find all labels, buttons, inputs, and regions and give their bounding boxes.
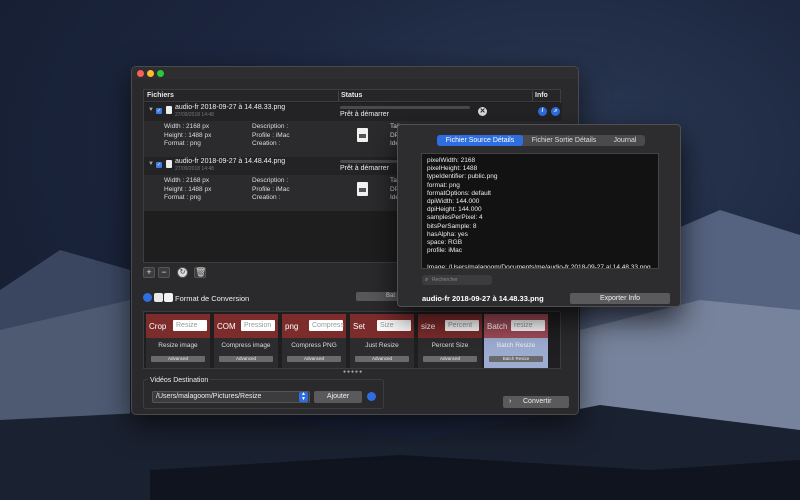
preset-card-just-resize[interactable]: Set Size Just Resize Advanced (350, 314, 414, 368)
preset-header: Set Size (350, 314, 414, 338)
status-text: Prêt à démarrer (340, 165, 390, 172)
preset-header: png Compress (282, 314, 346, 338)
details-dimensions: Width : 2168 px Height : 1488 px Format … (164, 177, 212, 201)
file-icon (166, 160, 172, 168)
info-badge-icon[interactable] (154, 293, 163, 302)
advanced-button[interactable]: Advanced (287, 356, 341, 362)
convert-button[interactable]: › Convertir (503, 396, 569, 408)
preset-card-compress[interactable]: COM Pression Compress image Advanced (214, 314, 278, 368)
info-icon[interactable]: i (538, 107, 547, 116)
preset-field: resize (511, 320, 545, 331)
preset-strip: Crop Resize Resize image Advanced COM Pr… (143, 311, 561, 369)
chevron-updown-icon[interactable]: ▲ ▼ (299, 392, 308, 402)
details-dimensions: Width : 2168 px Height : 1488 px Format … (164, 123, 212, 147)
preset-header: size Percent (418, 314, 482, 338)
magnifier-icon[interactable] (367, 392, 376, 401)
preset-field: Size (377, 320, 411, 331)
preset-tag: Crop (149, 322, 167, 331)
document-icon (357, 182, 368, 196)
export-info-button[interactable]: Exporter Info (570, 293, 670, 304)
advanced-button[interactable]: Advanced (151, 356, 205, 362)
refresh-icon[interactable]: ↻ (177, 267, 188, 278)
close-window-button[interactable] (137, 70, 144, 77)
trash-icon[interactable]: 🗑 (194, 267, 206, 278)
page-indicator[interactable]: ●●●●● (343, 369, 363, 375)
advanced-button[interactable]: Batch Resize (489, 356, 543, 362)
preset-tag: COM (217, 322, 236, 331)
table-row[interactable]: ▼ ✓ audio-fr 2018-09-27 à 14.48.33.png 2… (144, 103, 562, 121)
globe-icon[interactable] (143, 293, 152, 302)
file-date: 27/09/2018 14:48 (175, 166, 214, 172)
preset-caption: Batch Resize (496, 342, 536, 349)
preset-field: Pression (241, 320, 275, 331)
row-checkbox[interactable]: ✓ (156, 162, 162, 168)
search-icon[interactable]: ⌕ (551, 107, 560, 116)
preset-caption: Resize image (158, 342, 198, 349)
tab-output-details[interactable]: Fichier Sortie Détails (525, 135, 603, 146)
destination-label: Vidéos Destination (148, 377, 211, 384)
preset-field: Resize (173, 320, 207, 331)
tab-source-details[interactable]: Fichier Source Détails (437, 135, 523, 146)
search-input[interactable]: ⌕ Rechercher (422, 275, 492, 285)
info-filename: audio-fr 2018-09-27 à 14.48.33.png (422, 294, 544, 303)
file-name: audio-fr 2018-09-27 à 14.48.33.png (175, 104, 286, 111)
preset-header: Batch resize (484, 314, 548, 338)
preset-tag: size (421, 322, 436, 331)
disclosure-triangle-icon[interactable]: ▼ (148, 161, 154, 167)
disclosure-triangle-icon[interactable]: ▼ (148, 107, 154, 113)
col-header-files[interactable]: Fichiers (147, 92, 174, 99)
preset-field: Percent (445, 320, 479, 331)
table-header: Fichiers Status Info (144, 90, 560, 102)
preset-caption: Compress image (221, 342, 271, 349)
image-file-icon (164, 293, 173, 302)
details-meta: Description : Profile : iMac Creation : (252, 177, 290, 201)
search-placeholder: Rechercher (432, 277, 458, 283)
preset-tag: Batch (487, 322, 508, 331)
preset-caption: Compress PNG (291, 342, 337, 349)
zoom-window-button[interactable] (157, 70, 164, 77)
info-panel: Fichier Source Détails Fichier Sortie Dé… (397, 124, 681, 307)
search-icon: ⌕ (425, 277, 429, 283)
preset-caption: Percent Size (431, 342, 469, 349)
info-textarea[interactable]: pixelWidth: 2168 pixelHeight: 1488 typeI… (421, 153, 659, 269)
add-file-button[interactable]: + (143, 267, 155, 278)
preset-card-compress-png[interactable]: png Compress Compress PNG Advanced (282, 314, 346, 368)
remove-file-button[interactable]: − (158, 267, 170, 278)
minimize-window-button[interactable] (147, 70, 154, 77)
preset-header: Crop Resize (146, 314, 210, 338)
status-text: Prêt à démarrer (340, 111, 390, 118)
preset-card-percent[interactable]: size Percent Percent Size Advanced (418, 314, 482, 368)
progress-bar (340, 106, 470, 109)
advanced-button[interactable]: Advanced (423, 356, 477, 362)
file-icon (166, 106, 172, 114)
file-name: audio-fr 2018-09-27 à 14.48.44.png (175, 158, 286, 165)
preset-card-batch[interactable]: Batch resize Batch Resize Batch Resize (484, 314, 548, 368)
add-destination-button[interactable]: Ajouter (314, 391, 362, 403)
col-header-info[interactable]: Info (535, 92, 548, 99)
format-label: Format de Conversion (175, 294, 250, 303)
convert-label: Convertir (523, 398, 552, 405)
chevron-right-icon: › (509, 398, 512, 405)
info-tabs: Fichier Source Détails Fichier Sortie Dé… (437, 135, 645, 146)
remove-file-icon[interactable]: ✕ (478, 107, 487, 116)
advanced-button[interactable]: Advanced (219, 356, 273, 362)
preset-header: COM Pression (214, 314, 278, 338)
details-meta: Description : Profile : iMac Creation : (252, 123, 290, 147)
document-icon (357, 128, 368, 142)
preset-caption: Just Resize (365, 342, 399, 349)
title-bar (132, 67, 578, 79)
file-date: 27/09/2018 14:48 (175, 112, 214, 118)
col-header-status[interactable]: Status (341, 92, 362, 99)
advanced-button[interactable]: Advanced (355, 356, 409, 362)
row-checkbox[interactable]: ✓ (156, 108, 162, 114)
tab-journal[interactable]: Journal (605, 135, 645, 146)
preset-tag: Set (353, 322, 366, 331)
preset-card-resize[interactable]: Crop Resize Resize image Advanced (146, 314, 210, 368)
preset-tag: png (285, 322, 299, 331)
destination-path-select[interactable]: /Users/malagoom/Pictures/Resize (152, 391, 310, 403)
preset-field: Compress (309, 320, 344, 331)
